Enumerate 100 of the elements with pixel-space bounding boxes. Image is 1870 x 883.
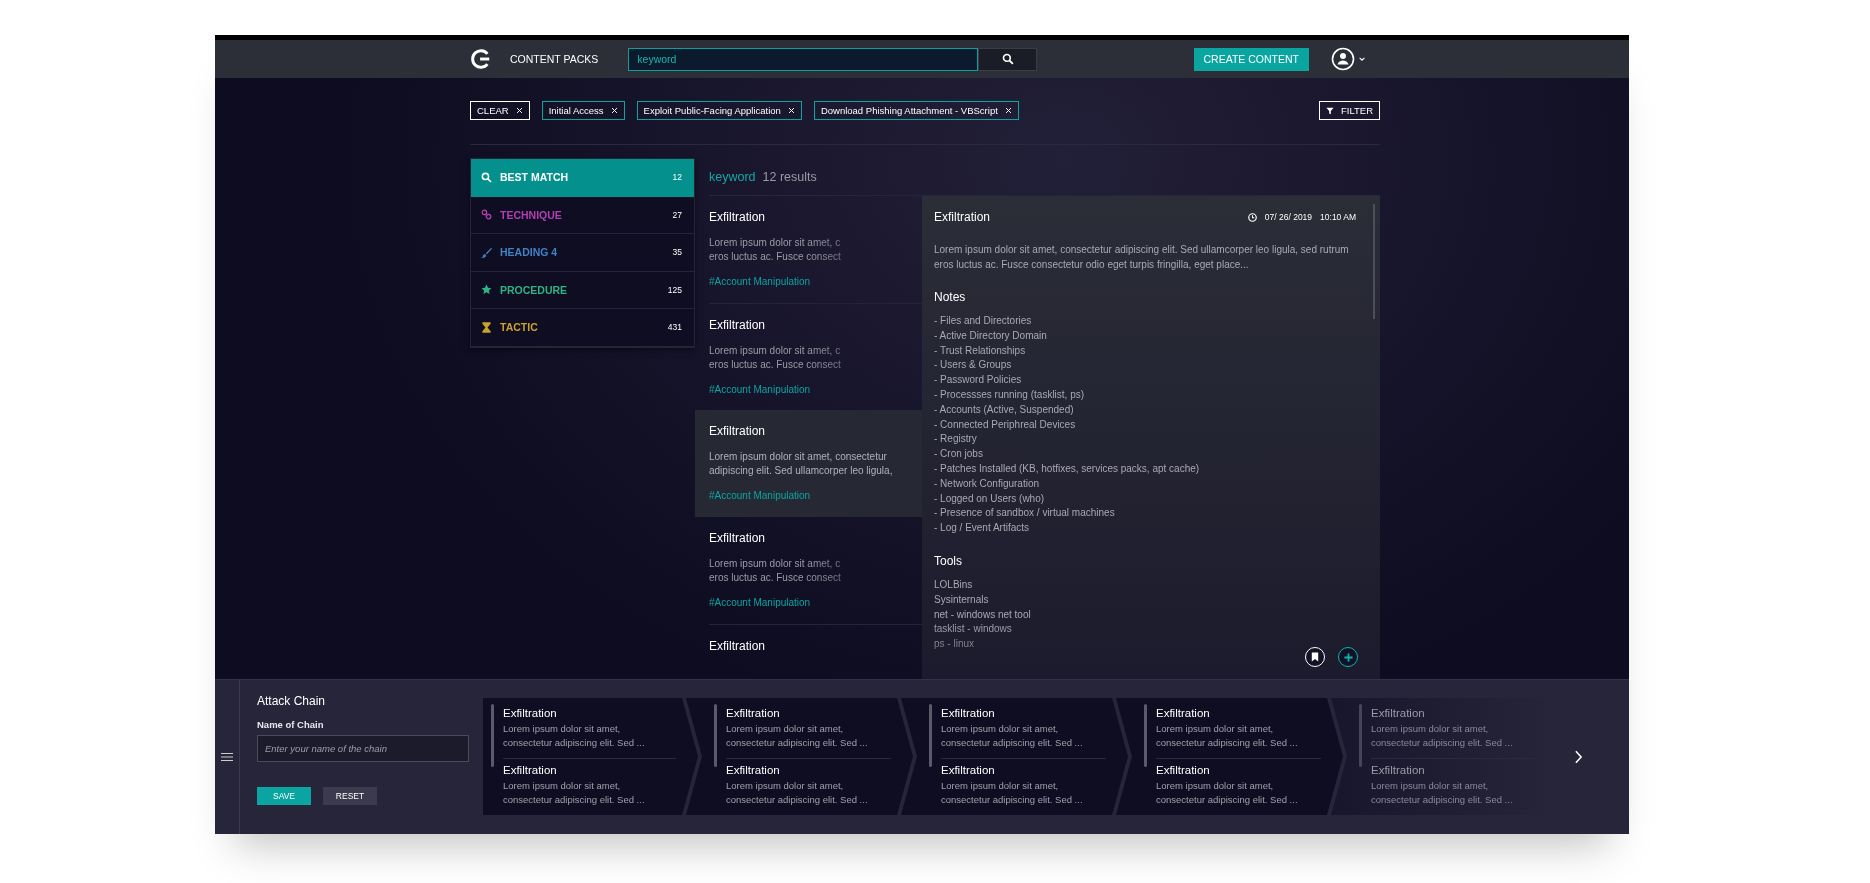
- category-count: 12: [672, 172, 682, 183]
- close-icon[interactable]: [610, 107, 618, 114]
- filter-chip[interactable]: Download Phishing Attachment - VBScript: [813, 101, 1019, 120]
- note-item: - Cron jobs: [934, 447, 984, 462]
- close-icon[interactable]: [515, 107, 523, 114]
- result-title: Exfiltration: [709, 639, 767, 653]
- close-icon[interactable]: [1004, 107, 1012, 114]
- category-item[interactable]: HEADING 4 35: [471, 234, 694, 272]
- result-card[interactable]: Exfiltration Lorem ipsum dolor sit amet, consectetur adipiscing elit. Sed ullamcorper leo ligula, #Account Manipulation: [695, 410, 922, 517]
- step-title: Exfiltration: [1156, 707, 1211, 719]
- tool-item: Sysinternals: [934, 592, 990, 607]
- category-count: 27: [672, 209, 682, 220]
- field-label: Name of Chain: [257, 719, 325, 730]
- tool-item: LOLBins: [934, 577, 974, 592]
- note-item: - Patches Installed (KB, hotfixes, services packs, apt cache): [934, 461, 1201, 476]
- funnel-icon: [1325, 106, 1334, 115]
- category-item[interactable]: TACTIC 431: [471, 309, 694, 347]
- search-icon: [1001, 53, 1014, 65]
- note-item: - Logged on Users (who): [934, 491, 1046, 506]
- step-description: Lorem ipsum dolor sit amet, consectetur adipiscing elit. Sed ...: [1371, 779, 1514, 806]
- clock-icon: [1247, 212, 1257, 222]
- filter-chip[interactable]: Initial Access: [541, 101, 625, 120]
- chain-card[interactable]: Exfiltration Lorem ipsum dolor sit amet, consectetur adipiscing elit. Sed ... Exfiltration Lorem ipsum dolor sit amet, consectetur adipiscing elit. Sed ...: [901, 698, 1128, 815]
- hashtag-link[interactable]: #Account Manipulation: [709, 276, 811, 287]
- result-description: Lorem ipsum dolor sit amet, c eros luctus ac. Fusce consect: [709, 557, 842, 585]
- menu-icon[interactable]: [221, 752, 233, 762]
- category-label: TACTIC: [500, 321, 539, 334]
- reset-button[interactable]: RESET: [323, 787, 377, 805]
- category-count: 431: [667, 322, 682, 333]
- tools-heading: Tools: [934, 553, 963, 568]
- detail-time: 10:10 AM: [1320, 212, 1356, 222]
- filter-chip[interactable]: Exploit Public-Facing Application: [636, 101, 802, 120]
- hashtag-link[interactable]: #Account Manipulation: [709, 384, 811, 395]
- note-item: - Accounts (Active, Suspended): [934, 402, 1075, 417]
- hourglass-icon: [480, 321, 492, 333]
- detail-date: 07/ 26/ 2019: [1264, 212, 1313, 222]
- note-item: - Active Directory Domain: [934, 328, 1048, 343]
- result-title: Exfiltration: [709, 531, 767, 545]
- chain-card[interactable]: Exfiltration Lorem ipsum dolor sit amet, consectetur adipiscing elit. Sed ... Exfiltration Lorem ipsum dolor sit amet, consectetur adipiscing elit. Sed ...: [686, 698, 913, 815]
- step-description: Lorem ipsum dolor sit amet, consectetur adipiscing elit. Sed ...: [941, 779, 1084, 806]
- tool-item: ps - linux: [934, 637, 975, 652]
- category-label: TECHNIQUE: [500, 208, 563, 221]
- note-item: - Password Policies: [934, 373, 1023, 388]
- step-title: Exfiltration: [503, 707, 558, 719]
- detail-title: Exfiltration: [934, 210, 991, 224]
- note-item: - Connected Periphreal Devices: [934, 417, 1077, 432]
- result-description: Lorem ipsum dolor sit amet, consectetur adipiscing elit. Sed ullamcorper leo ligula,: [709, 450, 894, 478]
- bookmark-button[interactable]: [1305, 647, 1325, 667]
- detail-description: Lorem ipsum dolor sit amet, consectetur adipiscing elit. Sed ullamcorper leo ligula, sed rutrum eros luctus ac. Fusce consectetur odio eget turpis fringilla, eget place...: [934, 243, 1350, 272]
- star-icon: [480, 284, 492, 296]
- step-title: Exfiltration: [726, 764, 781, 776]
- step-title: Exfiltration: [941, 707, 996, 719]
- tool-item: tasklist - windows: [934, 622, 1013, 637]
- category-item[interactable]: TECHNIQUE 27: [471, 196, 694, 234]
- link-icon: [480, 209, 492, 221]
- plus-icon: [1343, 652, 1353, 662]
- step-title: Exfiltration: [1156, 764, 1211, 776]
- step-description: Lorem ipsum dolor sit amet, consectetur adipiscing elit. Sed ...: [1156, 779, 1299, 806]
- chevron-right-icon[interactable]: [1574, 750, 1583, 764]
- scrollbar-thumb[interactable]: [1373, 204, 1375, 319]
- search-query: keyword: [709, 169, 756, 184]
- hashtag-link[interactable]: #Account Manipulation: [709, 597, 811, 608]
- category-label: BEST MATCH: [500, 171, 570, 184]
- add-button[interactable]: [1338, 647, 1358, 667]
- result-card[interactable]: Exfiltration Lorem ipsum dolor sit amet, c eros luctus ac. Fusce consect #Account Manipulation: [695, 196, 922, 303]
- tool-item: net - windows net tool: [934, 607, 1032, 622]
- note-item: - Presence of sandbox / virtual machines: [934, 506, 1116, 521]
- close-icon[interactable]: [787, 107, 795, 114]
- category-item[interactable]: PROCEDURE 125: [471, 271, 694, 309]
- logo-icon[interactable]: [470, 48, 492, 70]
- search-icon: [480, 171, 492, 183]
- attack-chain-title: Attack Chain: [257, 694, 327, 708]
- note-item: - Log / Event Artifacts: [934, 521, 1031, 536]
- chain-card[interactable]: Exfiltration Lorem ipsum dolor sit amet, consectetur adipiscing elit. Sed ... Exfiltration Lorem ipsum dolor sit amet, consectetur adipiscing elit. Sed ...: [483, 698, 698, 815]
- step-description: Lorem ipsum dolor sit amet, consectetur adipiscing elit. Sed ...: [726, 779, 869, 806]
- note-item: - Trust Relationships: [934, 343, 1027, 358]
- chain-name-field[interactable]: Enter your name of the chain: [257, 735, 469, 762]
- result-description: Lorem ipsum dolor sit amet, c eros luctus ac. Fusce consect: [709, 236, 842, 264]
- note-item: - Users & Groups: [934, 358, 1013, 373]
- search-field[interactable]: keyword: [628, 47, 979, 71]
- result-card[interactable]: Exfiltration Lorem ipsum dolor sit amet, c eros luctus ac. Fusce consect #Account Manipulation: [709, 517, 922, 624]
- category-item[interactable]: BEST MATCH 12: [471, 159, 694, 197]
- notes-heading: Notes: [934, 290, 967, 304]
- step-title: Exfiltration: [726, 707, 781, 719]
- bookmark-icon: [1311, 652, 1319, 662]
- clear-filters-button[interactable]: CLEAR: [470, 101, 530, 120]
- category-count: 35: [672, 247, 682, 258]
- step-description: Lorem ipsum dolor sit amet, consectetur adipiscing elit. Sed ...: [503, 779, 646, 806]
- avatar-icon: [1331, 47, 1355, 71]
- step-title: Exfiltration: [1371, 764, 1426, 776]
- user-menu[interactable]: [1331, 47, 1366, 71]
- content-packs-link[interactable]: CONTENT PACKS: [510, 53, 599, 65]
- step-description: Lorem ipsum dolor sit amet, consectetur adipiscing elit. Sed ...: [503, 722, 646, 749]
- result-title: Exfiltration: [709, 318, 767, 332]
- result-count: 12 results: [762, 169, 817, 184]
- filter-button[interactable]: FILTER: [1318, 101, 1380, 120]
- chain-card[interactable]: Exfiltration Lorem ipsum dolor sit amet, consectetur adipiscing elit. Sed ... Exfiltration Lorem ipsum dolor sit amet, consectetur adipiscing elit. Sed ...: [1116, 698, 1343, 815]
- step-description: Lorem ipsum dolor sit amet, consectetur adipiscing elit. Sed ...: [726, 722, 869, 749]
- hashtag-link[interactable]: #Account Manipulation: [709, 490, 811, 501]
- search-button[interactable]: [978, 47, 1038, 71]
